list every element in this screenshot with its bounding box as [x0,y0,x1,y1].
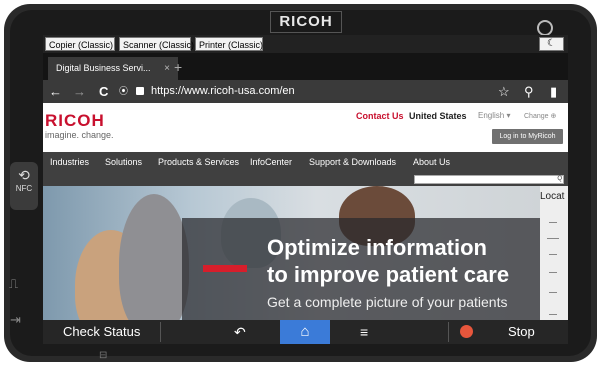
ricoh-brand-plate: RICOH [270,11,342,33]
login-button[interactable]: Log in to MyRicoh [492,129,563,144]
bookmark-icon[interactable]: ▮ [550,83,557,100]
browser-toolbar: ← → C ⦿ https://www.ricoh-usa.com/en ☆ ⚲… [43,80,568,103]
hero-title-line1: Optimize information [267,235,487,260]
change-country-link[interactable]: Change ⊕ [524,112,556,120]
side-mark [549,254,557,255]
scanner-classic-button[interactable]: Scanner (Classic) [119,37,194,51]
home-button[interactable]: ⌂ [280,320,330,344]
sd-icon: ⇥ [10,312,21,327]
power-icon[interactable] [537,20,553,36]
hero-title: Optimize information to improve patient … [267,234,509,288]
lock-icon [136,87,144,95]
language-select[interactable]: English ▾ [478,111,510,120]
hero-title-line2: to improve patient care [267,262,510,287]
stop-button[interactable]: Stop [508,323,535,341]
back-arrow-icon[interactable]: ← [49,83,62,100]
tab-close-icon[interactable]: × [164,57,170,80]
side-mark [549,314,557,315]
side-mark [547,238,559,239]
back-icon[interactable]: ↶ [234,323,246,341]
stop-icon[interactable] [460,325,473,338]
site-search-icon[interactable]: Q [557,176,562,183]
home-icon: ⌂ [300,323,310,340]
browser-tab-bar: Digital Business Servi... × + [43,53,568,80]
check-status-button[interactable]: Check Status [63,323,140,341]
device-bezel: RICOH ⟲ NFC ⎍ ⇥ ⊟ Copier (Classic) Scanne… [0,0,601,366]
web-page: RICOH imagine. change. Contact Us United… [43,103,568,327]
location-side-panel[interactable]: Locat [540,186,568,327]
hero-banner[interactable]: Optimize information to improve patient … [43,186,540,327]
nav-item-products[interactable]: Products & Services [158,157,239,167]
tray-icon: ⊟ [99,350,108,361]
touch-screen: Copier (Classic) Scanner (Classic) Print… [43,35,568,344]
nav-item-industries[interactable]: Industries [50,157,89,167]
nav-item-solutions[interactable]: Solutions [105,157,142,167]
browser-tab[interactable]: Digital Business Servi... × [48,57,178,80]
nav-item-infocenter[interactable]: InfoCenter [250,157,292,167]
location-label: Locat [540,191,565,202]
logo-tagline: imagine. change. [45,130,114,140]
device-bottom-bar: Check Status ↶ ⌂ ≡ Stop [43,320,568,344]
forward-arrow-icon[interactable]: → [73,83,86,100]
tab-title: Digital Business Servi... [56,63,151,73]
nfc-reader: ⟲ NFC [10,162,38,210]
side-mark [549,222,557,223]
copier-classic-button[interactable]: Copier (Classic) [45,37,115,51]
menu-icon[interactable]: ≡ [360,323,368,341]
country-label: United States [409,111,467,121]
url-field[interactable]: https://www.ricoh-usa.com/en [151,83,295,100]
usb-icon: ⎍ [9,276,19,291]
side-mark [549,272,557,273]
search-icon[interactable]: ⚲ [524,83,534,100]
site-search-input[interactable]: Q [414,175,564,184]
star-icon[interactable]: ☆ [498,83,510,100]
nav-item-support[interactable]: Support & Downloads [309,157,396,167]
nav-item-about[interactable]: About Us [413,157,450,167]
nfc-icon: ⟲ [18,167,30,183]
night-mode-button[interactable]: ☾ [539,37,564,51]
contact-us-link[interactable]: Contact Us [356,111,404,121]
hero-subtitle: Get a complete picture of your patients [267,294,508,310]
site-info-icon[interactable]: ⦿ [119,83,128,100]
side-mark [549,292,557,293]
main-nav: Industries Solutions Products & Services… [43,152,568,186]
hero-person-2 [119,194,189,327]
divider [448,322,449,342]
printer-classic-button[interactable]: Printer (Classic) [195,37,263,51]
ricoh-logo[interactable]: RICOH [45,111,105,131]
reload-icon[interactable]: C [99,83,108,100]
divider [160,322,161,342]
mode-bar: Copier (Classic) Scanner (Classic) Print… [43,35,568,53]
hero-accent-bar [203,265,247,272]
new-tab-icon[interactable]: + [174,59,182,75]
